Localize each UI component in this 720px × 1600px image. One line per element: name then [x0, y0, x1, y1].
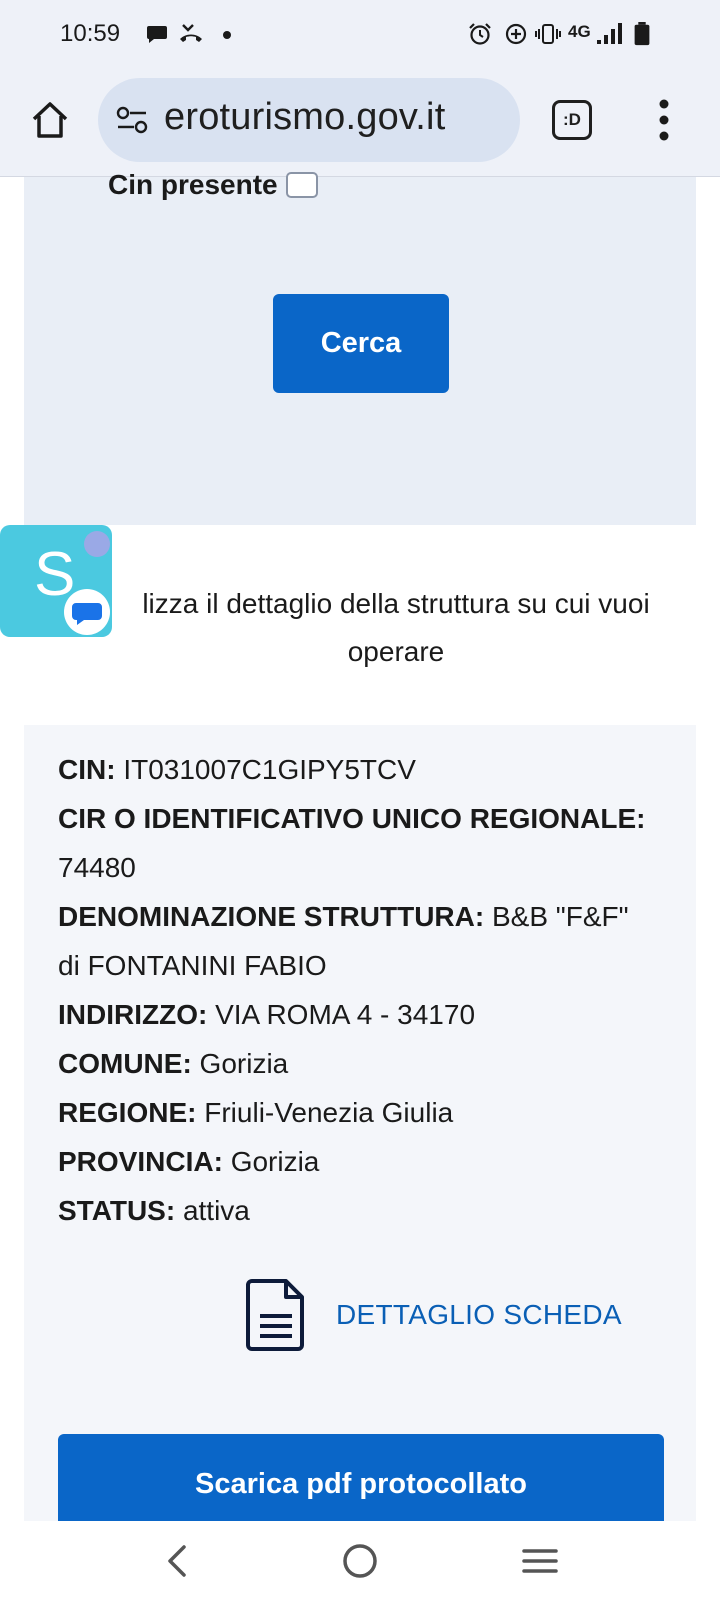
field-value: Gorizia — [230, 1146, 320, 1177]
system-nav-bar — [0, 1521, 720, 1600]
field-value: 74480 — [58, 852, 136, 883]
url-text[interactable]: eroturismo.gov.it — [164, 96, 445, 139]
detail-scheda-label[interactable]: DETTAGLIO SCHEDA — [336, 1299, 622, 1331]
field-value: VIA ROMA 4 - 34170 — [215, 999, 476, 1030]
field-label: REGIONE: — [58, 1097, 197, 1128]
download-pdf-button[interactable]: Scarica pdf protocollato — [58, 1434, 664, 1534]
vibrate-icon — [535, 24, 561, 44]
field-cir: CIR O IDENTIFICATIVO UNICO REGIONALE: — [58, 794, 678, 843]
field-cin: CIN: IT031007C1GIPY5TCV — [58, 745, 678, 794]
field-value: Gorizia — [199, 1048, 289, 1079]
field-indirizzo: INDIRIZZO: VIA ROMA 4 - 34170 — [58, 990, 678, 1039]
field-value: Friuli-Venezia Giulia — [204, 1097, 454, 1128]
signal-icon — [597, 23, 622, 44]
field-status: STATUS: attiva — [58, 1186, 678, 1235]
floating-assistant-bubble[interactable]: S — [0, 525, 112, 637]
more-vert-icon[interactable] — [654, 98, 674, 142]
network-type: 4G — [568, 22, 591, 41]
field-regione: REGIONE: Friuli-Venezia Giulia — [58, 1088, 678, 1137]
field-label: COMUNE: — [58, 1048, 192, 1079]
field-label: PROVINCIA: — [58, 1146, 223, 1177]
instruction-line-2: operare — [347, 636, 445, 667]
document-icon — [246, 1279, 304, 1351]
back-icon[interactable] — [158, 1541, 198, 1581]
field-denominazione: DENOMINAZIONE STRUTTURA: B&B "F&F" — [58, 892, 678, 941]
detail-scheda-link[interactable]: DETTAGLIO SCHEDA — [244, 1278, 622, 1352]
tab-switcher-button[interactable]: :D — [552, 100, 592, 140]
site-settings-icon[interactable] — [116, 106, 148, 134]
search-button[interactable]: Cerca — [273, 294, 449, 393]
data-saver-icon — [505, 23, 527, 45]
cin-presente-checkbox[interactable] — [285, 172, 318, 198]
battery-icon — [634, 22, 650, 46]
instruction-line-1: lizza il dettaglio della struttura su cu… — [142, 588, 650, 619]
recents-icon[interactable] — [520, 1541, 560, 1581]
cin-presente-label: Cin presente — [108, 169, 278, 200]
field-label: CIR O IDENTIFICATIVO UNICO REGIONALE: — [58, 803, 646, 834]
search-panel: Cin presente Cerca — [24, 169, 696, 525]
home-icon[interactable] — [28, 98, 72, 142]
alarm-icon — [469, 23, 491, 45]
status-time: 10:59 — [60, 20, 121, 47]
browser-toolbar: eroturismo.gov.it :D — [0, 70, 720, 177]
field-value: B&B "F&F" — [491, 901, 629, 932]
bubble-chat-badge — [64, 589, 110, 635]
chat-icon — [147, 26, 167, 43]
field-label: INDIRIZZO: — [58, 999, 208, 1030]
result-card: CIN: IT031007C1GIPY5TCV CIR O IDENTIFICA… — [24, 725, 696, 1534]
field-provincia: PROVINCIA: Gorizia — [58, 1137, 678, 1186]
missed-call-icon — [180, 24, 202, 42]
home-circle-icon[interactable] — [340, 1541, 380, 1581]
field-denominazione-cont: di FONTANINI FABIO — [58, 941, 678, 990]
field-label: DENOMINAZIONE STRUTTURA: — [58, 901, 485, 932]
field-label: STATUS: — [58, 1195, 176, 1226]
field-label: CIN: — [58, 754, 116, 785]
bubble-dot-icon — [84, 531, 110, 557]
status-bar: 10:59 4G — [0, 0, 720, 70]
field-cir-value: 74480 — [58, 843, 678, 892]
dot-icon — [223, 31, 231, 39]
field-value: IT031007C1GIPY5TCV — [123, 754, 416, 785]
field-comune: COMUNE: Gorizia — [58, 1039, 678, 1088]
field-value: attiva — [182, 1195, 250, 1226]
cin-presente-row: Cin presente — [108, 169, 318, 201]
address-bar[interactable]: eroturismo.gov.it — [98, 78, 520, 162]
field-value: di FONTANINI FABIO — [58, 950, 327, 981]
instruction-text: lizza il dettaglio della struttura su cu… — [96, 580, 696, 676]
chat-bubble-icon — [72, 603, 102, 625]
